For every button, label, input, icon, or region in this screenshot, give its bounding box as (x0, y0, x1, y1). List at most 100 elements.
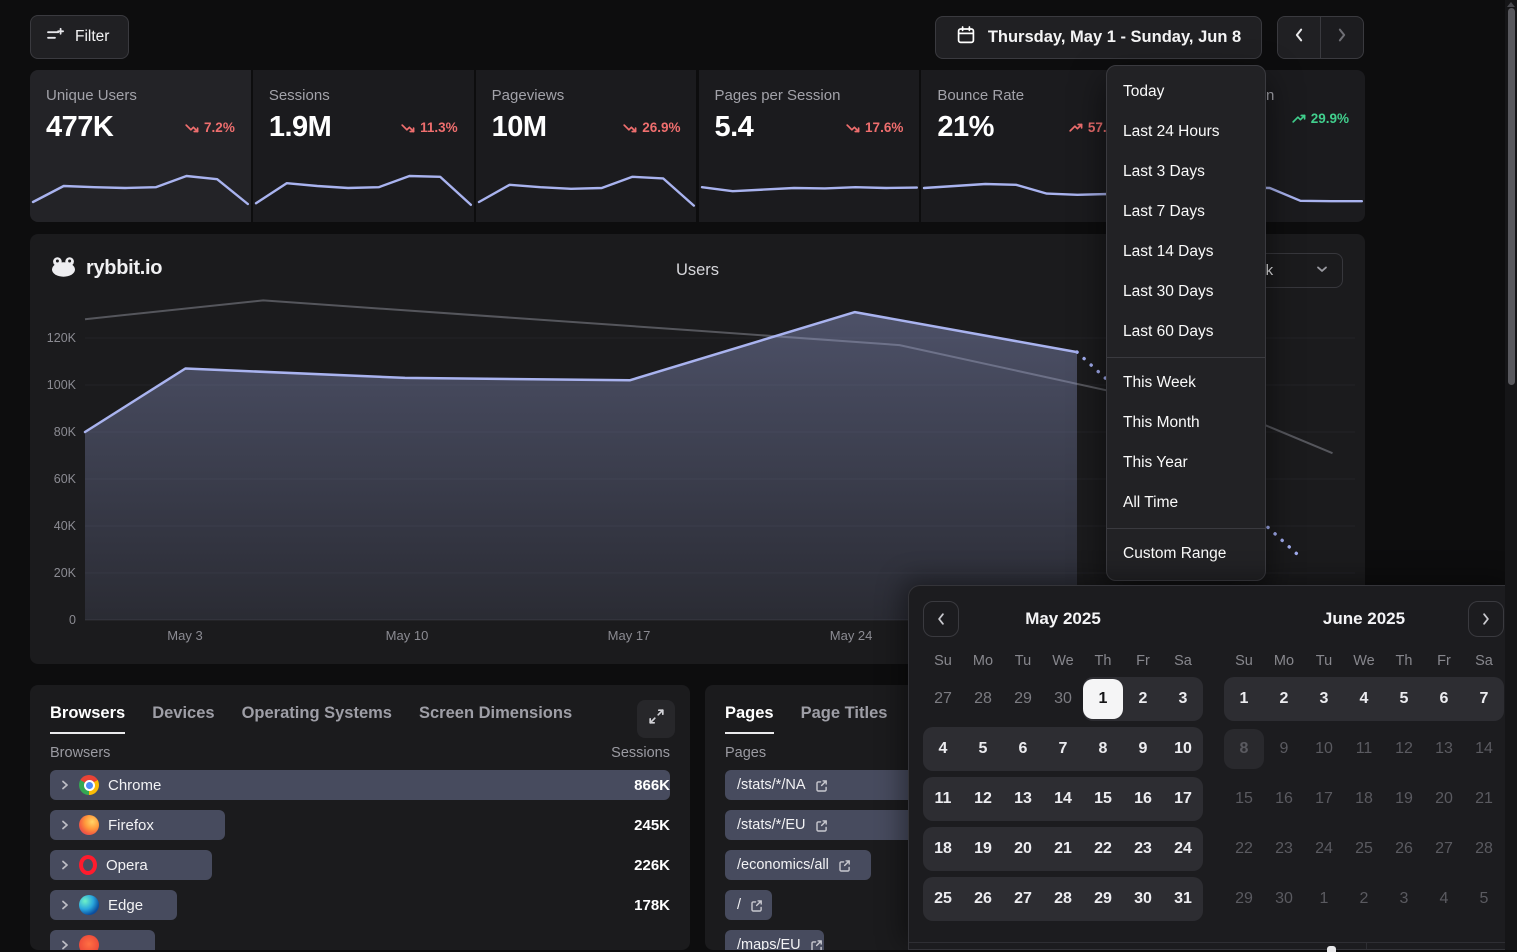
day-cell-june-2025-3[interactable]: 3 (1384, 879, 1424, 919)
stat-card-sessions[interactable]: Sessions1.9M11.3% (253, 70, 474, 222)
day-cell-may-2025-2[interactable]: 2 (1123, 679, 1163, 719)
browser-bar[interactable]: Opera (50, 850, 212, 880)
expand-button[interactable] (637, 700, 675, 738)
stat-card-pages-per-session[interactable]: Pages per Session5.417.6% (699, 70, 920, 222)
day-cell-june-2025-14[interactable]: 14 (1464, 729, 1504, 769)
day-cell-june-2025-30[interactable]: 30 (1264, 879, 1304, 919)
menu-item-today[interactable]: Today (1107, 72, 1265, 112)
tab-pages[interactable]: Pages (725, 704, 774, 734)
day-cell-may-2025-20[interactable]: 20 (1003, 829, 1043, 869)
day-cell-may-2025-8[interactable]: 8 (1083, 729, 1123, 769)
date-range-button[interactable]: Thursday, May 1 - Sunday, Jun 8 (935, 16, 1262, 59)
day-cell-june-2025-1[interactable]: 1 (1224, 679, 1264, 719)
day-cell-june-2025-2[interactable]: 2 (1344, 879, 1384, 919)
menu-item-last-60-days[interactable]: Last 60 Days (1107, 312, 1265, 352)
menu-item-custom-range[interactable]: Custom Range (1107, 534, 1265, 574)
day-cell-may-2025-30[interactable]: 30 (1123, 879, 1163, 919)
scrollbar-up-arrow[interactable] (1507, 2, 1515, 7)
day-cell-june-2025-4[interactable]: 4 (1344, 679, 1384, 719)
day-cell-june-2025-27[interactable]: 27 (1424, 829, 1464, 869)
stat-card-pageviews[interactable]: Pageviews10M26.9% (476, 70, 697, 222)
calendar-next-month-button[interactable] (1468, 601, 1504, 637)
day-cell-june-2025-28[interactable]: 28 (1464, 829, 1504, 869)
day-cell-june-2025-26[interactable]: 26 (1384, 829, 1424, 869)
day-cell-june-2025-18[interactable]: 18 (1344, 779, 1384, 819)
day-cell-june-2025-1[interactable]: 1 (1304, 879, 1344, 919)
day-cell-june-2025-29[interactable]: 29 (1224, 879, 1264, 919)
day-cell-may-2025-26[interactable]: 26 (963, 879, 1003, 919)
day-cell-may-2025-9[interactable]: 9 (1123, 729, 1163, 769)
external-link-icon[interactable] (750, 899, 763, 912)
menu-item-last-30-days[interactable]: Last 30 Days (1107, 272, 1265, 312)
day-cell-may-2025-27[interactable]: 27 (1003, 879, 1043, 919)
day-cell-june-2025-17[interactable]: 17 (1304, 779, 1344, 819)
day-cell-june-2025-2[interactable]: 2 (1264, 679, 1304, 719)
menu-item-last-24-hours[interactable]: Last 24 Hours (1107, 112, 1265, 152)
day-cell-may-2025-31[interactable]: 31 (1163, 879, 1203, 919)
day-cell-june-2025-5[interactable]: 5 (1464, 879, 1504, 919)
day-cell-may-2025-11[interactable]: 11 (923, 779, 963, 819)
day-cell-may-2025-5[interactable]: 5 (963, 729, 1003, 769)
day-cell-may-2025-15[interactable]: 15 (1083, 779, 1123, 819)
day-cell-may-2025-23[interactable]: 23 (1123, 829, 1163, 869)
day-cell-june-2025-4[interactable]: 4 (1424, 879, 1464, 919)
day-cell-may-2025-19[interactable]: 19 (963, 829, 1003, 869)
filter-button[interactable]: Filter (30, 15, 129, 59)
day-cell-june-2025-19[interactable]: 19 (1384, 779, 1424, 819)
day-cell-may-2025-28[interactable]: 28 (1043, 879, 1083, 919)
day-cell-may-2025-24[interactable]: 24 (1163, 829, 1203, 869)
stat-card-unique-users[interactable]: Unique Users477K7.2% (30, 70, 251, 222)
day-cell-may-2025-30[interactable]: 30 (1043, 679, 1083, 719)
page-bar[interactable]: /economics/all (725, 850, 871, 880)
day-cell-may-2025-3[interactable]: 3 (1163, 679, 1203, 719)
external-link-icon[interactable] (815, 779, 828, 792)
day-cell-may-2025-21[interactable]: 21 (1043, 829, 1083, 869)
browser-bar[interactable]: Firefox (50, 810, 225, 840)
day-cell-may-2025-28[interactable]: 28 (963, 679, 1003, 719)
menu-item-this-year[interactable]: This Year (1107, 443, 1265, 483)
day-cell-may-2025-4[interactable]: 4 (923, 729, 963, 769)
day-cell-june-2025-6[interactable]: 6 (1424, 679, 1464, 719)
day-cell-may-2025-22[interactable]: 22 (1083, 829, 1123, 869)
day-cell-may-2025-6[interactable]: 6 (1003, 729, 1043, 769)
tab-operating-systems[interactable]: Operating Systems (242, 704, 392, 732)
menu-item-last-14-days[interactable]: Last 14 Days (1107, 232, 1265, 272)
day-cell-may-2025-29[interactable]: 29 (1003, 679, 1043, 719)
day-cell-june-2025-21[interactable]: 21 (1464, 779, 1504, 819)
day-cell-may-2025-13[interactable]: 13 (1003, 779, 1043, 819)
menu-item-this-week[interactable]: This Week (1107, 363, 1265, 403)
menu-item-this-month[interactable]: This Month (1107, 403, 1265, 443)
next-period-button[interactable] (1321, 17, 1363, 58)
tab-page-titles[interactable]: Page Titles (801, 704, 888, 732)
day-cell-may-2025-29[interactable]: 29 (1083, 879, 1123, 919)
day-cell-may-2025-10[interactable]: 10 (1163, 729, 1203, 769)
tab-browsers[interactable]: Browsers (50, 704, 125, 734)
day-cell-june-2025-25[interactable]: 25 (1344, 829, 1384, 869)
day-cell-june-2025-20[interactable]: 20 (1424, 779, 1464, 819)
scrollbar-thumb[interactable] (1508, 8, 1515, 385)
day-cell-june-2025-24[interactable]: 24 (1304, 829, 1344, 869)
menu-item-last-7-days[interactable]: Last 7 Days (1107, 192, 1265, 232)
day-cell-june-2025-9[interactable]: 9 (1264, 729, 1304, 769)
day-cell-june-2025-7[interactable]: 7 (1464, 679, 1504, 719)
day-cell-may-2025-7[interactable]: 7 (1043, 729, 1083, 769)
day-cell-may-2025-16[interactable]: 16 (1123, 779, 1163, 819)
scrollbar[interactable] (1505, 0, 1517, 950)
menu-item-all-time[interactable]: All Time (1107, 483, 1265, 523)
day-cell-may-2025-17[interactable]: 17 (1163, 779, 1203, 819)
day-cell-june-2025-22[interactable]: 22 (1224, 829, 1264, 869)
tab-screen-dimensions[interactable]: Screen Dimensions (419, 704, 572, 732)
day-cell-may-2025-18[interactable]: 18 (923, 829, 963, 869)
tab-devices[interactable]: Devices (152, 704, 214, 732)
day-cell-june-2025-10[interactable]: 10 (1304, 729, 1344, 769)
day-cell-june-2025-3[interactable]: 3 (1304, 679, 1344, 719)
external-link-icon[interactable] (810, 939, 823, 951)
day-cell-june-2025-15[interactable]: 15 (1224, 779, 1264, 819)
day-cell-june-2025-13[interactable]: 13 (1424, 729, 1464, 769)
day-cell-may-2025-14[interactable]: 14 (1043, 779, 1083, 819)
external-link-icon[interactable] (838, 859, 851, 872)
browser-bar[interactable] (50, 930, 155, 950)
day-cell-june-2025-8[interactable]: 8 (1224, 729, 1264, 769)
day-cell-june-2025-12[interactable]: 12 (1384, 729, 1424, 769)
menu-item-last-3-days[interactable]: Last 3 Days (1107, 152, 1265, 192)
